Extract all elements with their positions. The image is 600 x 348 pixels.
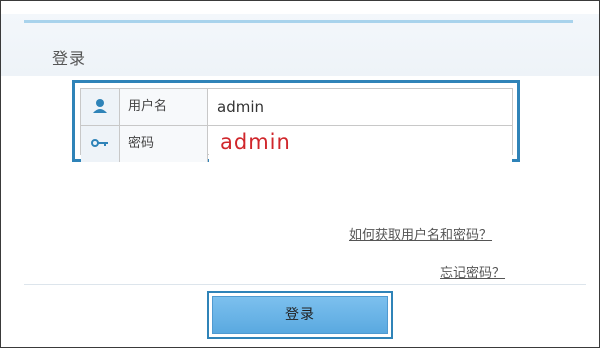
password-value[interactable]: admin [220, 130, 291, 154]
footer-divider [24, 284, 586, 285]
login-button[interactable]: 登录 [212, 296, 388, 334]
dialog-title: 登录 [52, 49, 87, 68]
username-field[interactable]: admin [209, 89, 512, 125]
password-label: 密码 [120, 126, 208, 162]
form-inner: 用户名 admin 密码 [80, 88, 513, 162]
password-row: 密码 [81, 126, 512, 162]
login-form: 用户名 admin 密码 [72, 80, 520, 162]
forgot-password-link[interactable]: 忘记密码？ [440, 262, 505, 281]
top-accent-bar [24, 20, 573, 23]
dialog-header [1, 14, 599, 76]
how-to-get-credentials-link[interactable]: 如何获取用户名和密码？ [349, 224, 492, 243]
username-label: 用户名 [120, 89, 208, 125]
username-row: 用户名 admin [81, 89, 512, 126]
user-icon [81, 89, 120, 125]
login-button-frame: 登录 [207, 291, 393, 339]
username-value[interactable]: admin [217, 98, 264, 116]
key-icon [81, 126, 120, 162]
